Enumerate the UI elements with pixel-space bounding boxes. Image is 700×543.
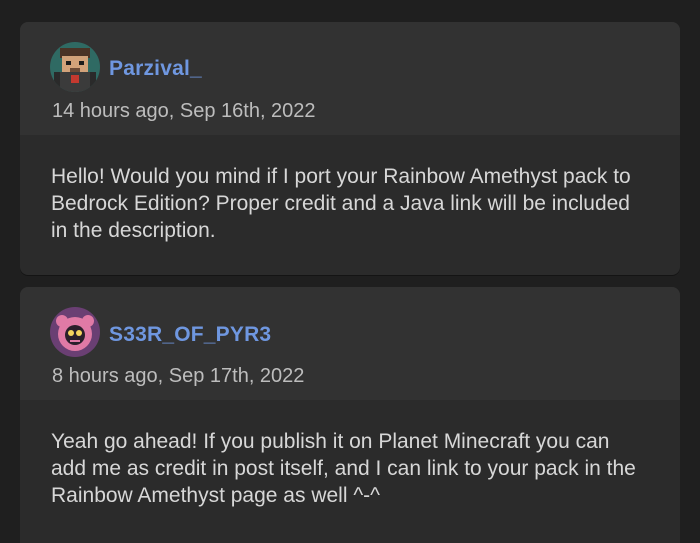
comment-body: Yeah go ahead! If you publish it on Plan…	[51, 430, 636, 507]
comment-timestamp: 8 hours ago, Sep 17th, 2022	[52, 365, 305, 387]
comment-header: S33R_OF_PYR3 8 hours ago, Sep 17th, 2022	[20, 287, 680, 400]
comment-thread: Parzival_ 14 hours ago, Sep 16th, 2022 H…	[0, 0, 700, 543]
avatar[interactable]	[50, 42, 100, 92]
comment-timestamp: 14 hours ago, Sep 16th, 2022	[52, 100, 316, 122]
username-link[interactable]: S33R_OF_PYR3	[109, 323, 271, 347]
comment-card: S33R_OF_PYR3 8 hours ago, Sep 17th, 2022…	[20, 287, 680, 543]
pixel-character-avatar-icon	[50, 42, 100, 92]
comment-header: Parzival_ 14 hours ago, Sep 16th, 2022	[20, 22, 680, 135]
pink-creature-avatar-icon	[50, 307, 100, 357]
comment-card: Parzival_ 14 hours ago, Sep 16th, 2022 H…	[20, 22, 680, 275]
avatar[interactable]	[50, 307, 100, 357]
comment-body: Hello! Would you mind if I port your Rai…	[51, 165, 631, 242]
username-link[interactable]: Parzival_	[109, 57, 202, 81]
